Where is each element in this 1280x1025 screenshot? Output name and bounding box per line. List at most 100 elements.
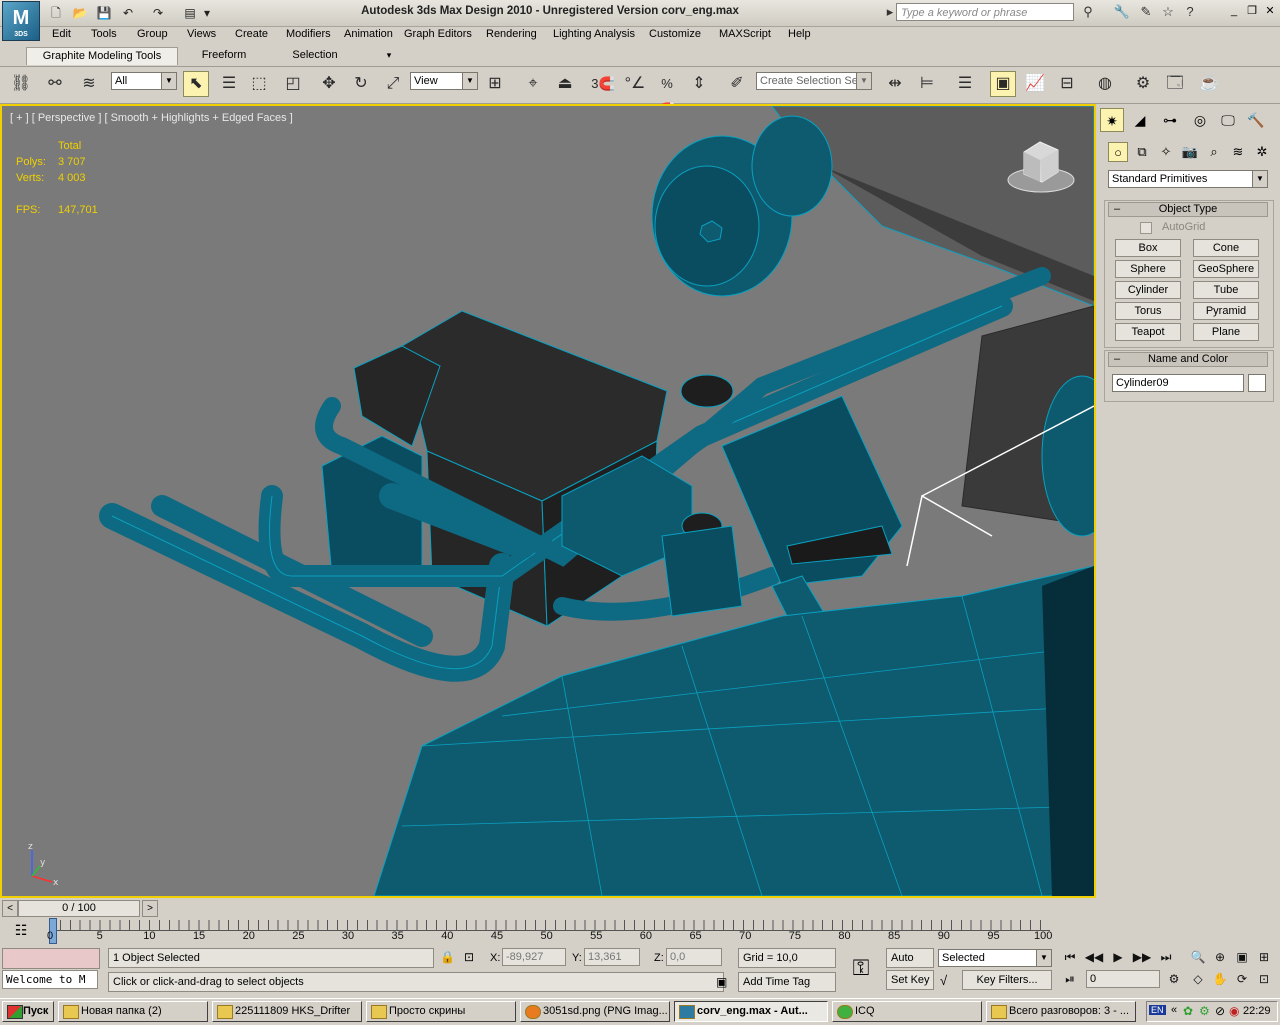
add-time-tag-button[interactable]: Add Time Tag — [738, 972, 836, 992]
curve-editor-icon[interactable]: 📈 — [1022, 71, 1048, 97]
sphere-button[interactable]: Sphere — [1115, 260, 1181, 278]
modify-panel-tab[interactable]: ◢ — [1128, 108, 1152, 132]
cameras-category-icon[interactable]: 📷 — [1180, 142, 1200, 162]
select-by-name-icon[interactable]: ☰ — [216, 71, 242, 97]
mirror-icon[interactable]: ⇹ — [882, 71, 908, 97]
teapot-button[interactable]: Teapot — [1115, 323, 1181, 341]
display-panel-tab[interactable]: 🖵 — [1216, 108, 1240, 132]
render-production-icon[interactable]: ☕ — [1196, 71, 1222, 97]
zoom-extents-icon[interactable]: ▣ — [1232, 948, 1252, 966]
maxscript-listener-input[interactable]: Welcome to M — [2, 970, 98, 989]
menu-graph-editors[interactable]: Graph Editors — [404, 28, 472, 40]
geometry-category-icon[interactable]: ○ — [1108, 142, 1128, 162]
select-and-rotate-icon[interactable]: ↻ — [348, 71, 374, 97]
menu-create[interactable]: Create — [235, 28, 268, 40]
shapes-category-icon[interactable]: ⧉ — [1132, 142, 1152, 162]
previous-frame-icon[interactable]: ◀◀ — [1084, 948, 1104, 966]
selection-filter-dropdown[interactable]: All ▼ — [111, 72, 177, 90]
edit-named-selection-sets-icon[interactable]: ✐ — [724, 71, 750, 97]
cylinder-button[interactable]: Cylinder — [1115, 281, 1181, 299]
perspective-viewport[interactable]: [ + ] [ Perspective ] [ Smooth + Highlig… — [0, 104, 1096, 898]
scene-geometry[interactable] — [2, 106, 1094, 896]
angle-snap-toggle-icon[interactable]: °∠ — [622, 71, 648, 97]
tray-expand-icon[interactable]: « — [1171, 1004, 1177, 1016]
space-warps-category-icon[interactable]: ≋ — [1228, 142, 1248, 162]
torus-button[interactable]: Torus — [1115, 302, 1181, 320]
menu-modifiers[interactable]: Modifiers — [286, 28, 331, 40]
object-type-rollout-header[interactable]: – Object Type — [1108, 202, 1268, 217]
favorites-star-icon[interactable]: ☆ — [1158, 3, 1178, 21]
ribbon-options-dropdown-icon[interactable]: ▾ — [382, 47, 396, 64]
task-icq[interactable]: ICQ — [832, 1001, 982, 1022]
reference-coordinate-dropdown[interactable]: View ▼ — [410, 72, 478, 90]
maxscript-listener-pink[interactable] — [2, 948, 100, 969]
time-configuration-icon[interactable]: ⚙ — [1164, 970, 1184, 988]
task-conversations[interactable]: Всего разговоров: 3 - ... — [986, 1001, 1136, 1022]
unlink-selection-icon[interactable]: ⚯ — [42, 71, 68, 97]
pan-view-icon[interactable]: ✋ — [1210, 970, 1230, 988]
key-set-dropdown[interactable]: Selected ▼ — [938, 949, 1052, 967]
menu-rendering[interactable]: Rendering — [486, 28, 537, 40]
graphite-ribbon-toggle-icon[interactable]: ▣ — [990, 71, 1016, 97]
binoculars-icon[interactable]: ⚲ — [1078, 3, 1098, 21]
bind-to-space-warp-icon[interactable]: ≋ — [76, 71, 102, 97]
z-coordinate-field[interactable]: 0,0 — [666, 948, 722, 966]
object-color-swatch[interactable] — [1248, 374, 1266, 392]
hierarchy-panel-tab[interactable]: ⊶ — [1158, 108, 1182, 132]
task-hks-drifter[interactable]: 225111809 HKS_Drifter — [212, 1001, 362, 1022]
security-tray-icon[interactable]: ⊘ — [1215, 1004, 1225, 1018]
select-and-manipulate-icon[interactable]: ⌖ — [520, 71, 546, 97]
current-frame-field[interactable]: 0 — [1086, 970, 1160, 988]
select-and-move-icon[interactable]: ✥ — [316, 71, 342, 97]
systems-category-icon[interactable]: ✲ — [1252, 142, 1272, 162]
tube-button[interactable]: Tube — [1193, 281, 1259, 299]
spinner-snap-toggle-icon[interactable]: ⇕ — [686, 71, 712, 97]
task-3ds-max[interactable]: corv_eng.max - Aut... — [674, 1001, 828, 1022]
snaps-toggle-icon[interactable]: 3🧲 — [590, 71, 616, 97]
select-and-scale-icon[interactable]: ⤢ — [380, 71, 406, 97]
save-icon[interactable]: 💾 — [94, 3, 114, 23]
antivirus-tray-icon[interactable]: ◉ — [1229, 1004, 1239, 1018]
start-button[interactable]: Пуск — [2, 1001, 54, 1022]
lights-category-icon[interactable]: ✧ — [1156, 142, 1176, 162]
selection-lock-icon[interactable]: 🔒 — [440, 950, 455, 964]
tab-selection[interactable]: Selection — [278, 47, 352, 64]
restore-window-icon[interactable]: ❐ — [1244, 4, 1260, 19]
task-screenshots-folder[interactable]: Просто скрины — [366, 1001, 516, 1022]
box-button[interactable]: Box — [1115, 239, 1181, 257]
orbit-icon[interactable]: ⟳ — [1232, 970, 1252, 988]
zoom-all-icon[interactable]: ⊕ — [1210, 948, 1230, 966]
time-slider-thumb[interactable]: 0 / 100 — [18, 900, 140, 917]
menu-edit[interactable]: Edit — [52, 28, 71, 40]
utilities-panel-tab[interactable]: 🔨 — [1244, 108, 1268, 132]
field-of-view-icon[interactable]: ◇ — [1188, 970, 1208, 988]
x-coordinate-field[interactable]: -89,927 — [502, 948, 566, 966]
rectangular-selection-region-icon[interactable]: ⬚ — [246, 71, 272, 97]
play-icon[interactable]: ▶ — [1108, 948, 1128, 966]
key-filters-button[interactable]: Key Filters... — [962, 970, 1052, 990]
tab-freeform[interactable]: Freeform — [186, 47, 262, 64]
viewcube[interactable] — [1006, 136, 1076, 196]
menu-customize[interactable]: Customize — [649, 28, 701, 40]
keyboard-shortcut-override-icon[interactable]: ⏏ — [552, 71, 578, 97]
zoom-extents-all-icon[interactable]: ⊞ — [1254, 948, 1274, 966]
render-setup-icon[interactable]: ⚙ — [1130, 71, 1156, 97]
set-key-button[interactable]: Set Key — [886, 970, 934, 990]
geosphere-button[interactable]: GeoSphere — [1193, 260, 1259, 278]
autogrid-checkbox[interactable] — [1140, 222, 1152, 234]
search-expand-icon[interactable]: ▸ — [884, 3, 896, 21]
quick-access-dropdown-icon[interactable]: ▾ — [200, 3, 214, 23]
rendered-frame-window-icon[interactable]: 🗔 — [1162, 71, 1188, 97]
menu-help[interactable]: Help — [788, 28, 811, 40]
use-pivot-point-center-icon[interactable]: ⊞ — [482, 71, 508, 97]
percent-snap-toggle-icon[interactable]: %🧲 — [654, 71, 680, 117]
create-panel-tab[interactable]: ✷ — [1100, 108, 1124, 132]
tab-graphite-modeling-tools[interactable]: Graphite Modeling Tools — [26, 47, 178, 65]
network-tray-icon[interactable]: ⚙ — [1199, 1004, 1210, 1018]
viewport-label-menu[interactable]: [ + ] [ Perspective ] [ Smooth + Highlig… — [10, 112, 293, 124]
go-to-start-icon[interactable]: ⏮ — [1060, 948, 1080, 966]
absolute-mode-transform-icon[interactable]: ⊡ — [464, 950, 474, 964]
menu-lighting-analysis[interactable]: Lighting Analysis — [553, 28, 635, 40]
language-indicator[interactable]: EN — [1149, 1005, 1166, 1015]
maximize-viewport-icon[interactable]: ⊡ — [1254, 970, 1274, 988]
